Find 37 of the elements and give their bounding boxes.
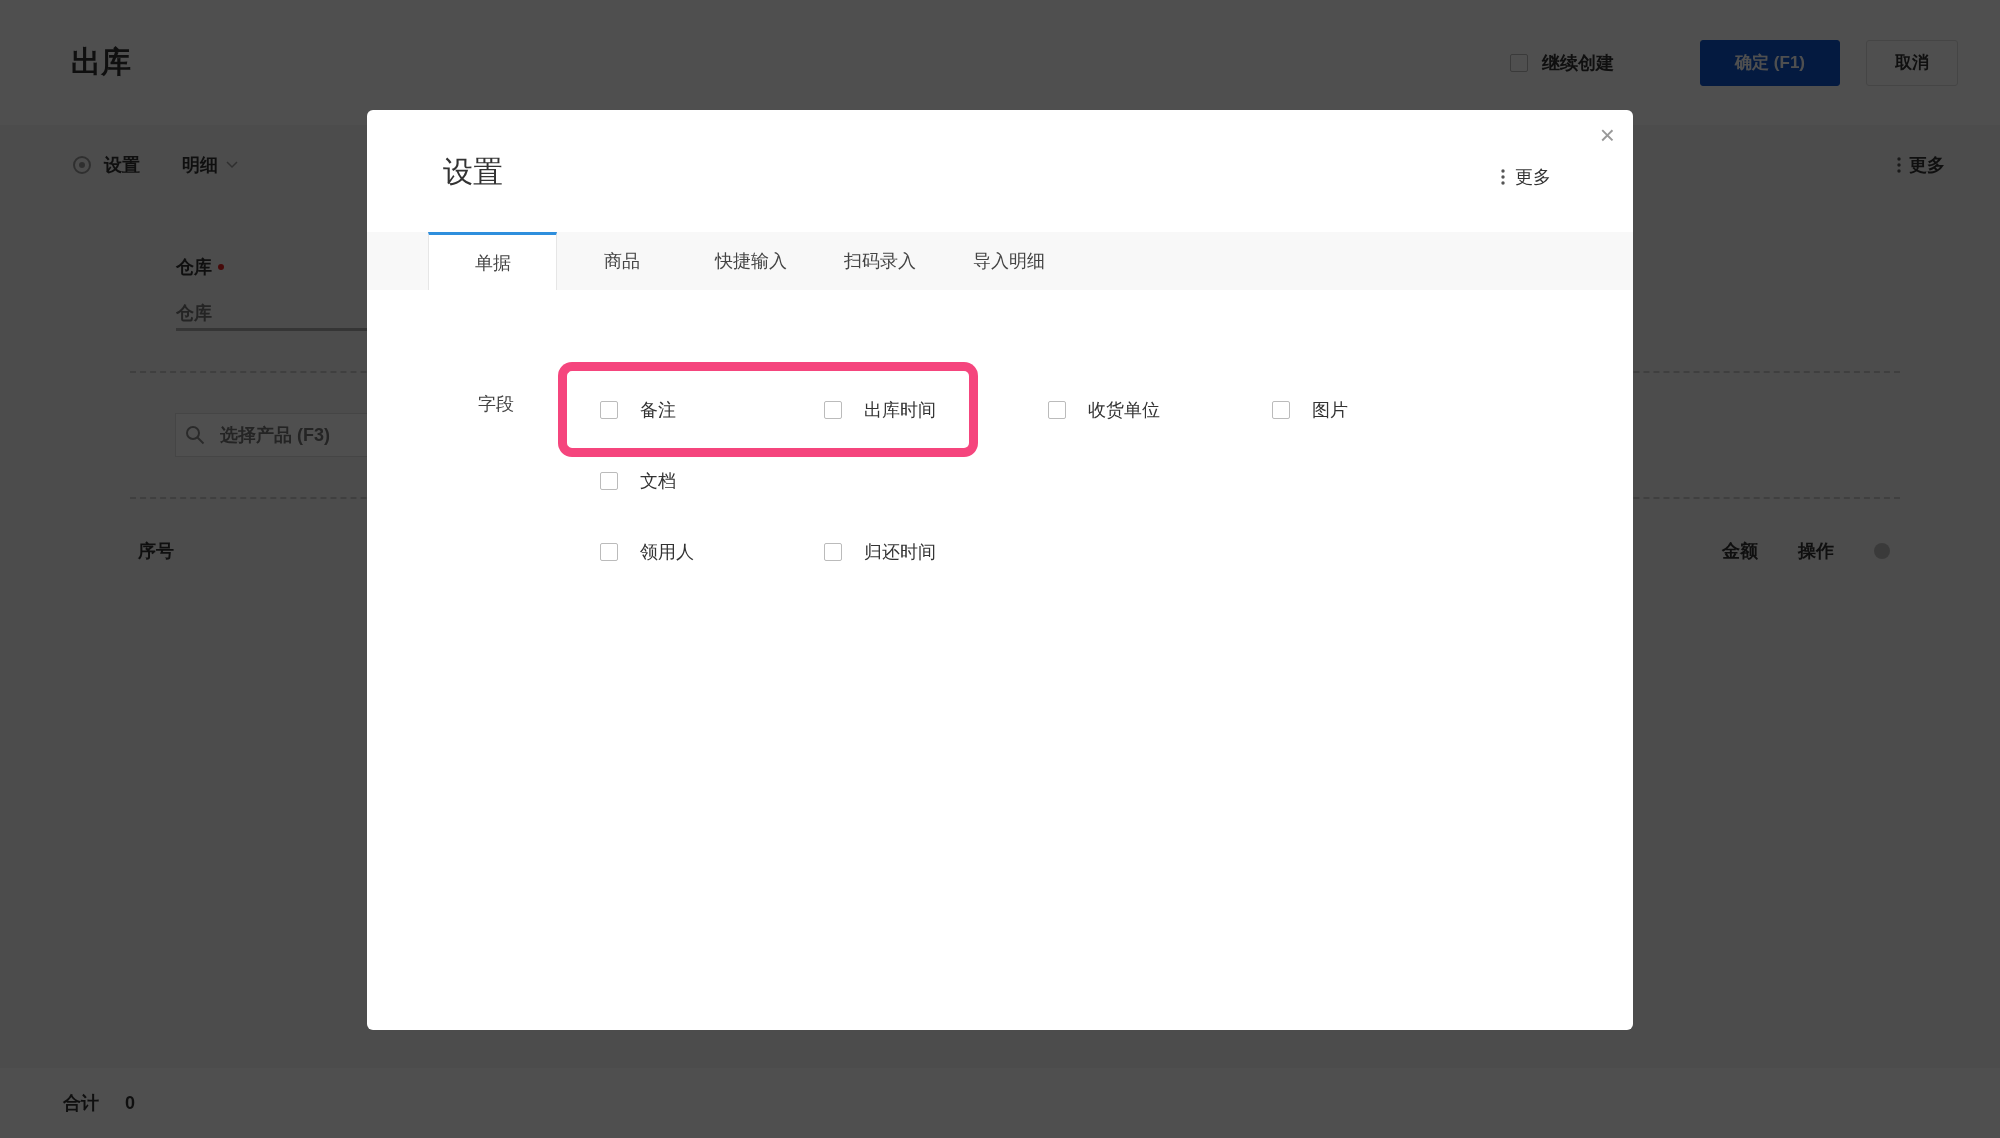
checkbox-label: 收货单位: [1088, 398, 1160, 422]
tab[interactable]: 导入明细: [944, 232, 1073, 290]
dialog-title: 设置: [443, 153, 503, 190]
column-header: 金额: [1722, 540, 1758, 563]
total-value: 0: [125, 1092, 135, 1114]
kebab-icon: [1897, 157, 1901, 173]
tab[interactable]: 单据: [428, 232, 557, 290]
search-icon: [185, 425, 205, 445]
required-dot: [218, 264, 224, 270]
checkbox[interactable]: [600, 471, 618, 490]
checkbox-label: 领用人: [640, 540, 694, 564]
section-label: 字段: [478, 393, 515, 416]
checkbox-label: 出库时间: [864, 398, 936, 422]
checkbox[interactable]: [1272, 400, 1290, 419]
page-title: 出库: [71, 44, 132, 80]
checkbox[interactable]: [600, 542, 618, 561]
column-header: 序号: [138, 540, 174, 563]
caret-icon: [226, 161, 238, 169]
checkbox[interactable]: [824, 542, 842, 561]
checkbox-label: 归还时间: [864, 540, 936, 564]
checkbox-label: 备注: [640, 398, 676, 422]
field-label: 仓库: [176, 256, 212, 279]
kebab-icon: [1501, 169, 1505, 185]
checkbox[interactable]: [1048, 400, 1066, 419]
checkbox-label: 图片: [1312, 398, 1348, 422]
tab[interactable]: 扫码录入: [815, 232, 944, 290]
total-label: 合计: [63, 1092, 99, 1115]
more-label: 更多: [1909, 154, 1945, 177]
checkbox[interactable]: [824, 400, 842, 419]
checkbox-label: 继续创建: [1542, 51, 1615, 75]
column-header: 操作: [1798, 540, 1834, 563]
more-label: 更多: [1515, 166, 1551, 189]
more-menu[interactable]: 更多: [1501, 165, 1551, 189]
tab[interactable]: 快捷输入: [686, 232, 815, 290]
checkbox[interactable]: [600, 400, 618, 419]
tab[interactable]: 商品: [557, 232, 686, 290]
checkbox-label: 文档: [640, 469, 676, 493]
